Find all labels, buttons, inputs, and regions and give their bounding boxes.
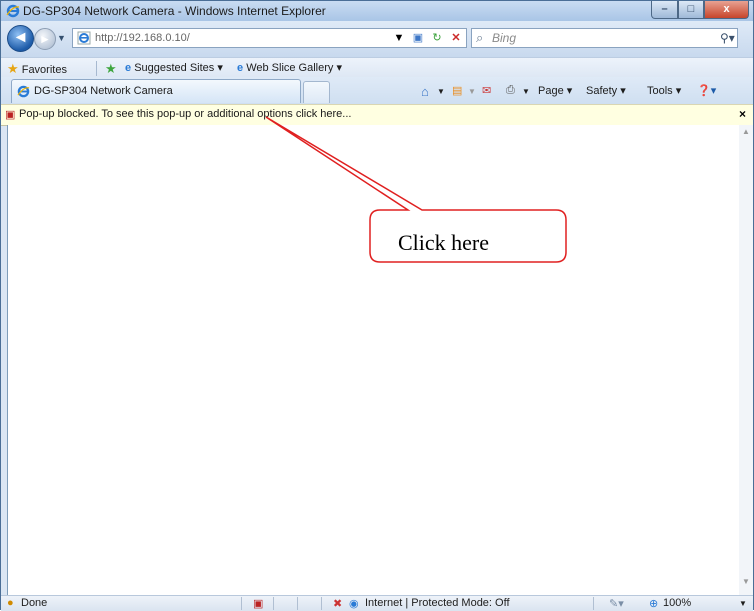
new-tab-button[interactable] <box>303 81 330 103</box>
address-bar[interactable]: http://192.168.0.10/ ▼ ▣ ↻ ✕ <box>72 28 467 48</box>
recent-pages-dropdown-icon[interactable]: ▼ <box>57 33 66 43</box>
internet-zone-icon: ◉ <box>349 598 359 610</box>
popup-blocked-icon: ▣ <box>5 109 16 121</box>
favorites-bar: ★ Favorites ★ e Suggested Sites ▾ e Web … <box>1 57 753 78</box>
infobar-close-icon[interactable]: × <box>739 107 746 121</box>
status-bar: ● Done ▣ ✖ ◉ Internet | Protected Mode: … <box>1 595 753 611</box>
favorites-label: Favorites <box>21 64 67 76</box>
security-zone-text[interactable]: Internet | Protected Mode: Off <box>365 597 510 609</box>
browser-window: DG-SP304 Network Camera - Windows Intern… <box>0 0 754 611</box>
window-title: DG-SP304 Network Camera - Windows Intern… <box>23 4 326 18</box>
print-dropdown-icon[interactable]: ▼ <box>522 87 530 96</box>
suggested-sites-ie-icon: e <box>125 62 132 74</box>
print-icon[interactable]: ⎙ <box>506 84 515 97</box>
stop-icon[interactable]: ✕ <box>448 30 464 46</box>
zoom-level[interactable]: 100% <box>663 597 691 609</box>
vertical-scrollbar[interactable]: ▲ ▼ <box>739 125 753 595</box>
scroll-up-icon[interactable]: ▲ <box>742 127 750 136</box>
navigation-bar: ◄ ► ▼ http://192.168.0.10/ ▼ ▣ ↻ ✕ ⌕ Bin… <box>1 21 753 57</box>
web-slice-gallery-label: Web Slice Gallery ▾ <box>246 62 342 74</box>
web-slice-ie-icon: e <box>237 62 244 74</box>
callout-label: Click here <box>398 230 490 255</box>
search-box[interactable]: ⌕ Bing ⚲▾ <box>471 28 738 48</box>
suggested-sites-label: Suggested Sites ▾ <box>134 62 223 74</box>
page-ie-icon <box>77 31 91 45</box>
maximize-button[interactable]: □ <box>678 1 704 19</box>
page-content <box>7 125 740 595</box>
address-dropdown-icon[interactable]: ▼ <box>391 30 407 46</box>
read-mail-icon[interactable]: ✉ <box>482 84 491 97</box>
status-info-icon: ● <box>7 597 14 609</box>
status-text: Done <box>21 597 48 609</box>
search-provider-icon: ⌕ <box>476 30 484 45</box>
zoom-icon[interactable]: ⊕ <box>649 597 658 610</box>
tab-dg-sp304[interactable]: DG-SP304 Network Camera <box>11 79 301 103</box>
forward-button[interactable]: ► <box>34 28 56 50</box>
ie-logo-icon <box>6 4 20 18</box>
tab-row: DG-SP304 Network Camera ⌂ ▼ ▤ ▼ ✉ ⎙ ▼ Pa… <box>1 77 753 104</box>
search-placeholder[interactable]: Bing <box>492 31 516 45</box>
back-arrow-icon: ◄ <box>12 29 29 46</box>
popup-blocked-status-icon[interactable]: ▣ <box>253 597 263 610</box>
popup-blocked-infobar[interactable]: ▣ Pop-up blocked. To see this pop-up or … <box>1 104 753 126</box>
suggested-sites-button[interactable]: e Suggested Sites ▾ <box>125 61 223 74</box>
infobar-message[interactable]: Pop-up blocked. To see this pop-up or ad… <box>19 108 351 120</box>
title-bar: DG-SP304 Network Camera - Windows Intern… <box>1 1 753 21</box>
back-button[interactable]: ◄ <box>7 25 34 52</box>
tab-title: DG-SP304 Network Camera <box>34 85 173 97</box>
compatibility-view-icon[interactable]: ▣ <box>410 30 426 46</box>
address-text[interactable]: http://192.168.0.10/ <box>95 32 190 44</box>
refresh-icon[interactable]: ↻ <box>429 30 445 46</box>
safety-menu[interactable]: Safety ▾ <box>586 84 626 97</box>
protected-mode-icon: ✖ <box>333 598 343 610</box>
minimize-button[interactable]: – <box>651 1 678 19</box>
feeds-icon[interactable]: ▤ <box>452 84 462 97</box>
zoom-dropdown-icon[interactable]: ▼ <box>739 599 747 608</box>
add-to-favorites-bar-icon[interactable]: ★ <box>105 61 117 77</box>
close-window-button[interactable]: x <box>704 1 749 19</box>
search-icon[interactable]: ⚲▾ <box>720 31 735 45</box>
favorites-star-icon: ★ <box>7 61 19 76</box>
scroll-down-icon[interactable]: ▼ <box>742 577 750 586</box>
feeds-dropdown-icon[interactable]: ▼ <box>468 87 476 96</box>
change-security-icon[interactable]: ✎▾ <box>609 597 624 610</box>
page-menu[interactable]: Page ▾ <box>538 84 572 97</box>
forward-arrow-icon: ► <box>39 32 51 46</box>
home-dropdown-icon[interactable]: ▼ <box>437 87 445 96</box>
home-icon[interactable]: ⌂ <box>421 84 429 99</box>
tab-ie-icon <box>17 85 30 98</box>
tools-menu[interactable]: Tools ▾ <box>647 84 681 97</box>
web-slice-gallery-button[interactable]: e Web Slice Gallery ▾ <box>237 61 342 74</box>
favorites-button[interactable]: ★ Favorites <box>7 61 67 77</box>
help-icon[interactable]: ❓▾ <box>697 84 716 97</box>
